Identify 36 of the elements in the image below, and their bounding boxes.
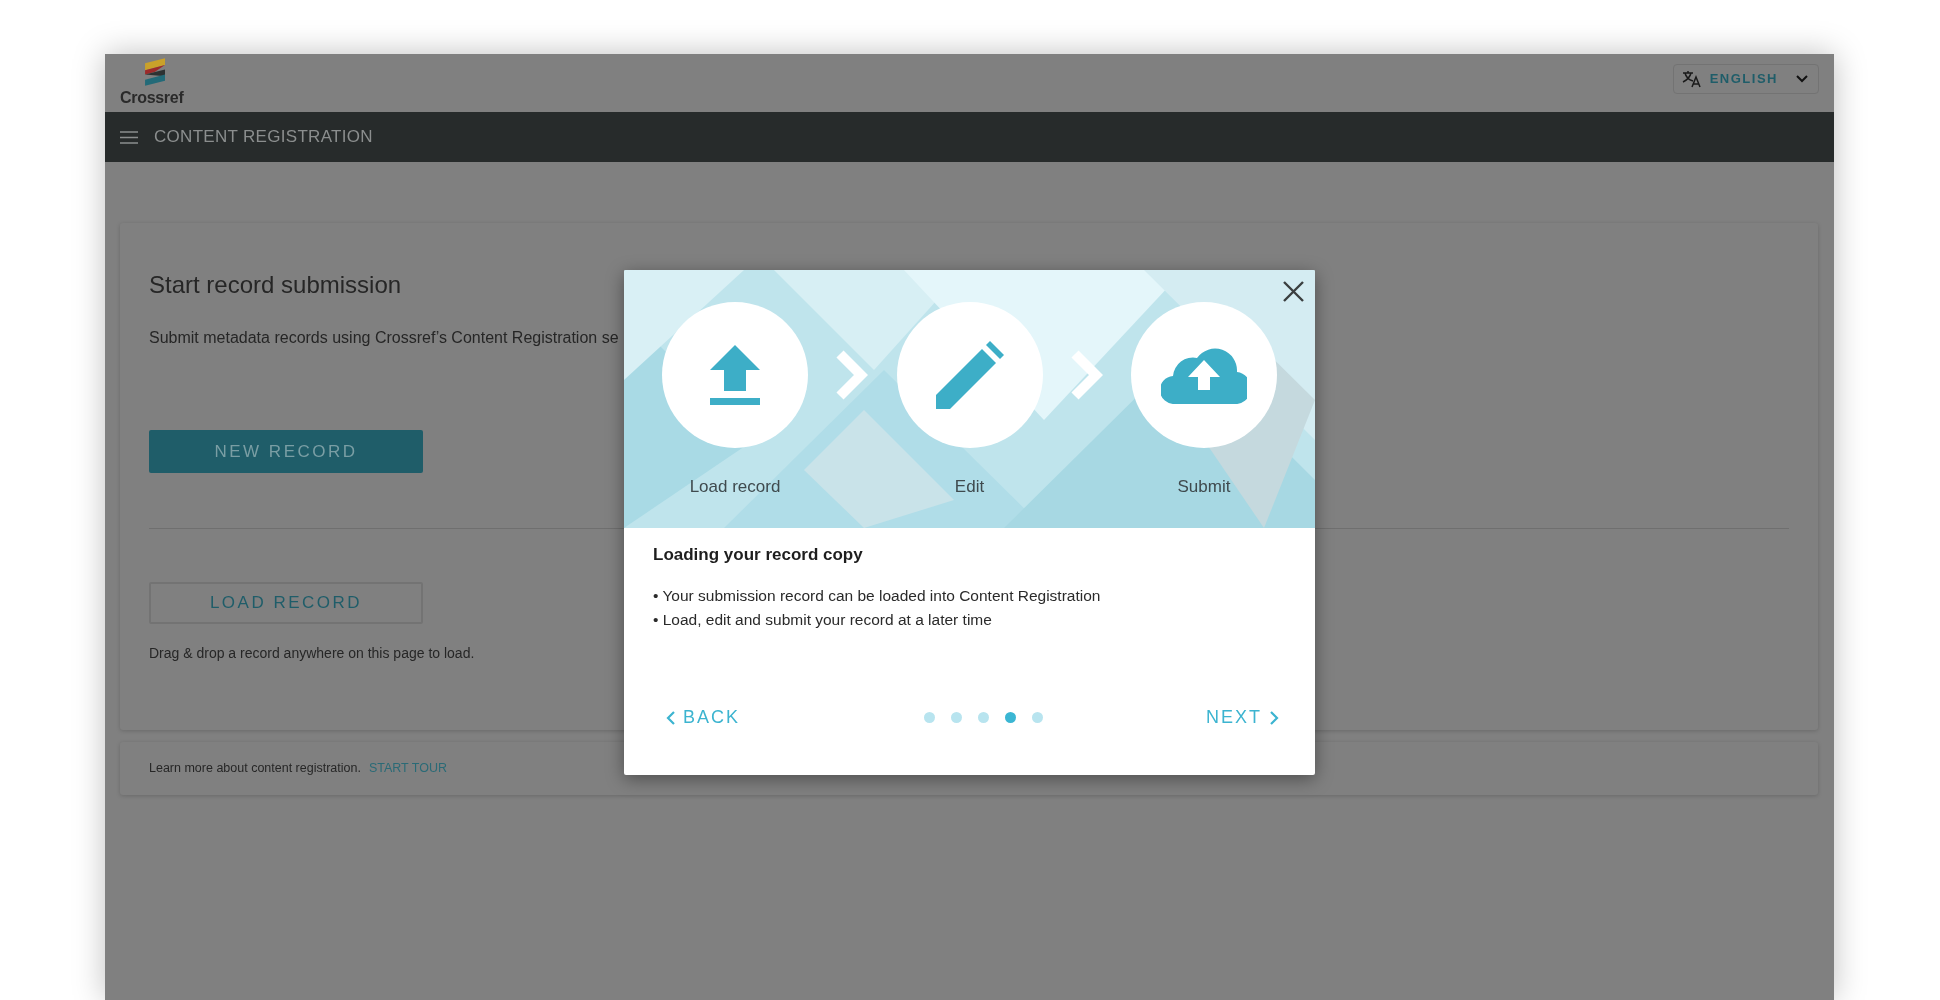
step-label: Load record xyxy=(689,476,781,498)
dialog-heading: Loading your record copy xyxy=(653,545,864,566)
chevron-icon xyxy=(1070,350,1103,400)
caret-icon xyxy=(1796,74,1808,83)
translate-icon xyxy=(1681,69,1702,88)
page-dot[interactable] xyxy=(977,712,989,724)
page-dot[interactable] xyxy=(1031,712,1043,724)
card-title: Start record submission xyxy=(149,271,402,300)
card-description: Submit metadata records using Crossref’s Content Registration se xyxy=(149,328,620,348)
close-icon xyxy=(1283,281,1304,302)
start-tour-link[interactable]: START TOUR xyxy=(368,759,447,778)
new-record-button[interactable]: NEW RECORD xyxy=(149,430,423,473)
tour-text: Learn more about content registration. xyxy=(149,760,361,778)
upload-icon xyxy=(710,345,760,405)
menu-icon xyxy=(120,130,138,144)
drag-drop-hint: Drag & drop a record anywhere on this page to load. xyxy=(149,644,476,663)
step-label: Submit xyxy=(1177,476,1231,498)
language-select[interactable]: ENGLISH xyxy=(1672,64,1819,94)
bullet-text: • Your submission record can be loaded into Content Registration xyxy=(653,586,1102,607)
page-dot[interactable] xyxy=(1004,712,1016,724)
close-button[interactable] xyxy=(1283,281,1304,302)
next-button[interactable]: NEXT xyxy=(1205,704,1279,732)
chevron-left-icon xyxy=(666,710,675,725)
menu-button[interactable] xyxy=(120,130,138,144)
pencil-icon xyxy=(935,341,1004,409)
logo-text: Crossref xyxy=(120,90,184,106)
back-button[interactable]: BACK xyxy=(666,704,741,732)
app-title: CONTENT REGISTRATION xyxy=(154,126,373,149)
bullet-text: • Load, edit and submit your record at a later time xyxy=(653,610,993,631)
page-dot[interactable] xyxy=(950,712,962,724)
step-label: Edit xyxy=(954,476,985,498)
chevron-right-icon xyxy=(1270,710,1279,725)
load-record-button[interactable]: LOAD RECORD xyxy=(149,582,423,624)
cloud-upload-icon xyxy=(1161,346,1247,404)
page-dot[interactable] xyxy=(923,712,935,724)
chevron-icon xyxy=(836,350,869,400)
